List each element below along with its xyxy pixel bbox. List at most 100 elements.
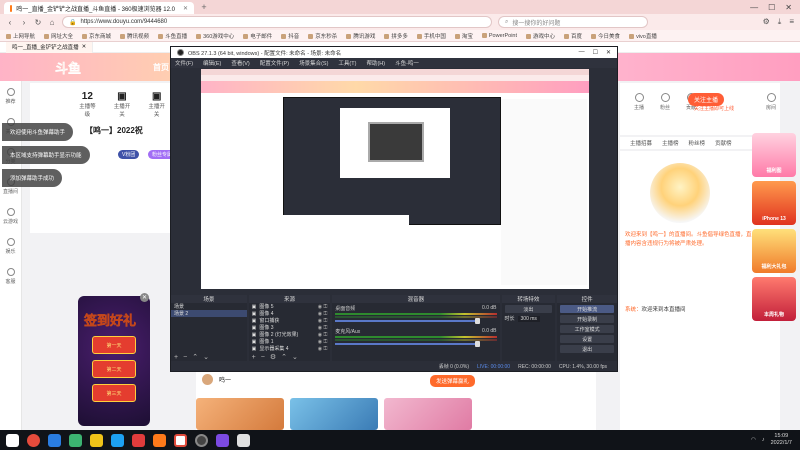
- obs-menu-item[interactable]: 编辑(E): [203, 59, 221, 67]
- source-item[interactable]: ▣ 图像 4 ◉ ⚿: [249, 310, 331, 318]
- app-icon[interactable]: [48, 433, 61, 447]
- visibility-lock-icon[interactable]: ◉ ⚿: [318, 304, 331, 310]
- rh-room[interactable]: 房间: [760, 93, 782, 111]
- search-box[interactable]: ⌕ 搜一搜你的好问题: [498, 16, 648, 28]
- obs-maximize-icon[interactable]: ☐: [593, 49, 598, 56]
- close-window-icon[interactable]: ✕: [785, 3, 792, 12]
- bookmark-item[interactable]: 百度: [564, 32, 582, 40]
- control-button[interactable]: 开始录制: [560, 315, 614, 323]
- source-item[interactable]: ▣ 图像 1 ◉ ⚿: [249, 338, 331, 346]
- left-nav-item[interactable]: 云游戏: [0, 201, 21, 231]
- bookmark-item[interactable]: PowerPoint: [482, 33, 517, 39]
- add-source-icon[interactable]: +: [252, 354, 256, 361]
- control-button[interactable]: 退出: [560, 345, 614, 353]
- bookmark-item[interactable]: 抖音: [281, 32, 299, 40]
- scene-item[interactable]: 场景: [171, 303, 247, 310]
- home-icon[interactable]: ⌂: [48, 18, 56, 27]
- volume-icon[interactable]: ♪: [762, 437, 765, 443]
- duration-input[interactable]: 300 ms: [517, 315, 540, 322]
- obs-menu-item[interactable]: 斗鱼-鸣一: [395, 59, 419, 67]
- reload-icon[interactable]: ↻: [34, 18, 42, 27]
- rh-fans[interactable]: 粉丝: [654, 93, 676, 111]
- maximize-icon[interactable]: ☐: [768, 3, 775, 12]
- app-icon[interactable]: [27, 433, 40, 447]
- visibility-lock-icon[interactable]: ◉ ⚿: [318, 346, 331, 352]
- bookmark-item[interactable]: 腾讯游戏: [346, 32, 375, 40]
- bookmark-item[interactable]: 腾讯视频: [120, 32, 149, 40]
- download-icon[interactable]: ⤓: [778, 17, 782, 27]
- clock[interactable]: 15:09 2022/1/7: [771, 433, 792, 447]
- app-icon[interactable]: [69, 433, 82, 447]
- obs-menu-item[interactable]: 文件(F): [175, 59, 193, 67]
- stat-switch[interactable]: ▣ 主播开关: [113, 91, 132, 118]
- right-tab[interactable]: 主播招募: [630, 139, 652, 147]
- visibility-lock-icon[interactable]: ◉ ⚿: [318, 325, 331, 331]
- bookmark-item[interactable]: 上网导航: [6, 32, 35, 40]
- new-tab-icon[interactable]: +: [198, 2, 210, 12]
- url-field[interactable]: 🔒 https://www.douyu.com/9444680: [62, 16, 492, 28]
- move-down-icon[interactable]: ⌄: [292, 353, 298, 361]
- home-link[interactable]: 首页: [153, 62, 169, 73]
- source-item[interactable]: ▣ 窗口捕获 ◉ ⚿: [249, 317, 331, 325]
- douyu-logo[interactable]: 斗鱼: [55, 58, 81, 77]
- forward-icon[interactable]: ›: [20, 18, 28, 27]
- browser-tab-active[interactable]: 鸣一_直播_金铲铲之战直播_斗鱼直播 - 360极速浏览器 12.0 ✕: [4, 2, 194, 14]
- visibility-lock-icon[interactable]: ◉ ⚿: [318, 332, 331, 338]
- left-nav-item[interactable]: 推荐: [0, 81, 21, 111]
- bookmark-item[interactable]: 360游戏中心: [196, 32, 234, 40]
- bookmark-item[interactable]: 京东商城: [82, 32, 111, 40]
- left-nav-item[interactable]: 客服: [0, 261, 21, 291]
- checkin-promo[interactable]: 签到好礼 第一天 第二天 第三天: [78, 296, 150, 426]
- visibility-lock-icon[interactable]: ◉ ⚿: [318, 311, 331, 317]
- app-icon[interactable]: [132, 433, 145, 447]
- control-button[interactable]: 开始推流: [560, 305, 614, 313]
- scene-item[interactable]: 场景 2: [171, 310, 247, 317]
- visibility-lock-icon[interactable]: ◉ ⚿: [318, 339, 331, 345]
- transition-select[interactable]: 淡出: [504, 305, 553, 313]
- bookmark-item[interactable]: 京东秒杀: [308, 32, 337, 40]
- app-icon[interactable]: [111, 433, 124, 447]
- move-down-icon[interactable]: ⌄: [203, 353, 209, 361]
- source-settings-icon[interactable]: ⚙: [270, 353, 276, 361]
- obs-minimize-icon[interactable]: —: [579, 49, 585, 56]
- thumbnail[interactable]: [384, 398, 472, 430]
- source-item[interactable]: ▣ 图像 3 ◉ ⚿: [249, 324, 331, 332]
- bookmark-item[interactable]: 手机中国: [417, 32, 446, 40]
- obs-taskbar-icon[interactable]: [195, 433, 208, 447]
- obs-menu-item[interactable]: 场景集合(S): [299, 59, 328, 67]
- right-tab[interactable]: 贡献榜: [715, 139, 732, 147]
- bookmark-item[interactable]: 电子邮件: [243, 32, 272, 40]
- remove-source-icon[interactable]: −: [261, 354, 265, 361]
- remove-scene-icon[interactable]: −: [183, 354, 187, 361]
- back-icon[interactable]: ‹: [6, 18, 14, 27]
- ad-banner[interactable]: iPhone 13: [752, 181, 796, 225]
- start-icon[interactable]: [6, 433, 19, 447]
- minimize-icon[interactable]: —: [750, 3, 758, 12]
- add-scene-icon[interactable]: +: [174, 354, 178, 361]
- menu-icon[interactable]: ≡: [789, 17, 794, 27]
- thumbnail[interactable]: [290, 398, 378, 430]
- volume-slider[interactable]: [335, 341, 481, 347]
- control-button[interactable]: 工作室模式: [560, 325, 614, 333]
- bookmark-item[interactable]: 网址大全: [44, 32, 73, 40]
- app-icon[interactable]: [174, 433, 187, 447]
- app-icon[interactable]: [237, 433, 250, 447]
- bookmark-item[interactable]: vivo直播: [629, 32, 657, 40]
- extensions-icon[interactable]: ⚙: [763, 17, 770, 27]
- obs-close-icon[interactable]: ✕: [606, 49, 611, 56]
- bookmark-item[interactable]: 游戏中心: [526, 32, 555, 40]
- app-icon[interactable]: [216, 433, 229, 447]
- app-icon[interactable]: [153, 433, 166, 447]
- page-tab[interactable]: 鸣一_直播_金铲铲之战直播 ✕: [6, 41, 94, 53]
- ad-banner[interactable]: 福利图: [752, 133, 796, 177]
- right-tab[interactable]: 粉丝榜: [689, 139, 706, 147]
- move-up-icon[interactable]: ⌃: [281, 353, 287, 361]
- control-button[interactable]: 设置: [560, 335, 614, 343]
- volume-slider[interactable]: [335, 318, 481, 324]
- network-icon[interactable]: ◠: [751, 437, 756, 443]
- right-tab[interactable]: 主播榜: [662, 139, 679, 147]
- source-item[interactable]: ▣ 图像 5 ◉ ⚿: [249, 303, 331, 311]
- folder-icon[interactable]: [90, 433, 103, 447]
- obs-menu-item[interactable]: 工具(T): [338, 59, 356, 67]
- thumbnail[interactable]: [196, 398, 284, 430]
